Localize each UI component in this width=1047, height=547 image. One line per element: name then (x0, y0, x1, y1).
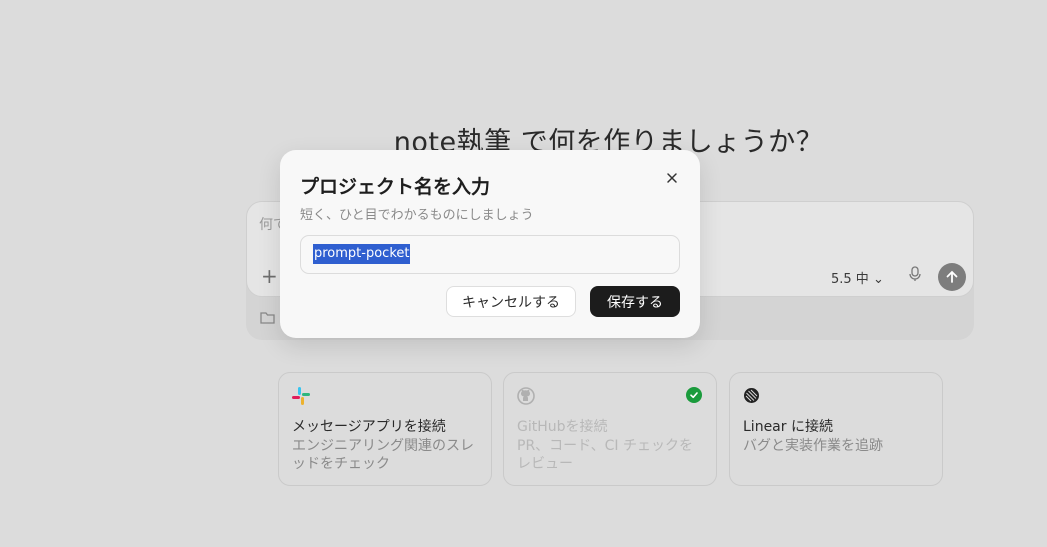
connected-check-icon (686, 387, 702, 403)
connector-card-linear[interactable]: Linear に接続 バグと実装作業を追跡 (729, 372, 943, 486)
card-title: Linear に接続 (743, 419, 833, 435)
card-description: エンジニアリング関連のスレッドをチェック (292, 438, 474, 472)
card-title: GitHubを接続 (517, 419, 608, 435)
project-name-dialog: プロジェクト名を入力 短く、ひと目でわかるものにしましょう prompt-poc… (280, 150, 700, 338)
save-button[interactable]: 保存する (590, 286, 680, 317)
linear-icon (743, 387, 760, 408)
send-button[interactable] (938, 263, 966, 291)
connector-card-messaging[interactable]: メッセージアプリを接続 エンジニアリング関連のスレッドをチェック (278, 372, 492, 486)
slack-icon (292, 387, 310, 409)
project-name-selected-text[interactable]: prompt-pocket (313, 244, 411, 264)
project-name-field[interactable]: prompt-pocket (300, 235, 680, 274)
model-selector[interactable]: 5.5 中 ⌄ (831, 268, 884, 287)
tray-folder-icon[interactable] (260, 310, 276, 329)
microphone-icon[interactable] (909, 266, 921, 286)
cancel-button[interactable]: キャンセルする (446, 286, 576, 317)
card-title: メッセージアプリを接続 (292, 419, 446, 435)
add-attachment-icon[interactable]: + (261, 264, 278, 288)
card-description: バグと実装作業を追跡 (743, 438, 883, 454)
arrow-up-icon (946, 270, 958, 283)
connector-card-github[interactable]: GitHubを接続 PR、コード、CI チェックをレビュー (503, 372, 717, 486)
close-icon[interactable] (664, 170, 680, 186)
card-description: PR、コード、CI チェックをレビュー (517, 438, 693, 472)
dialog-subtitle: 短く、ひと目でわかるものにしましょう (300, 208, 534, 223)
dialog-title: プロジェクト名を入力 (300, 176, 491, 198)
github-icon (517, 387, 535, 409)
